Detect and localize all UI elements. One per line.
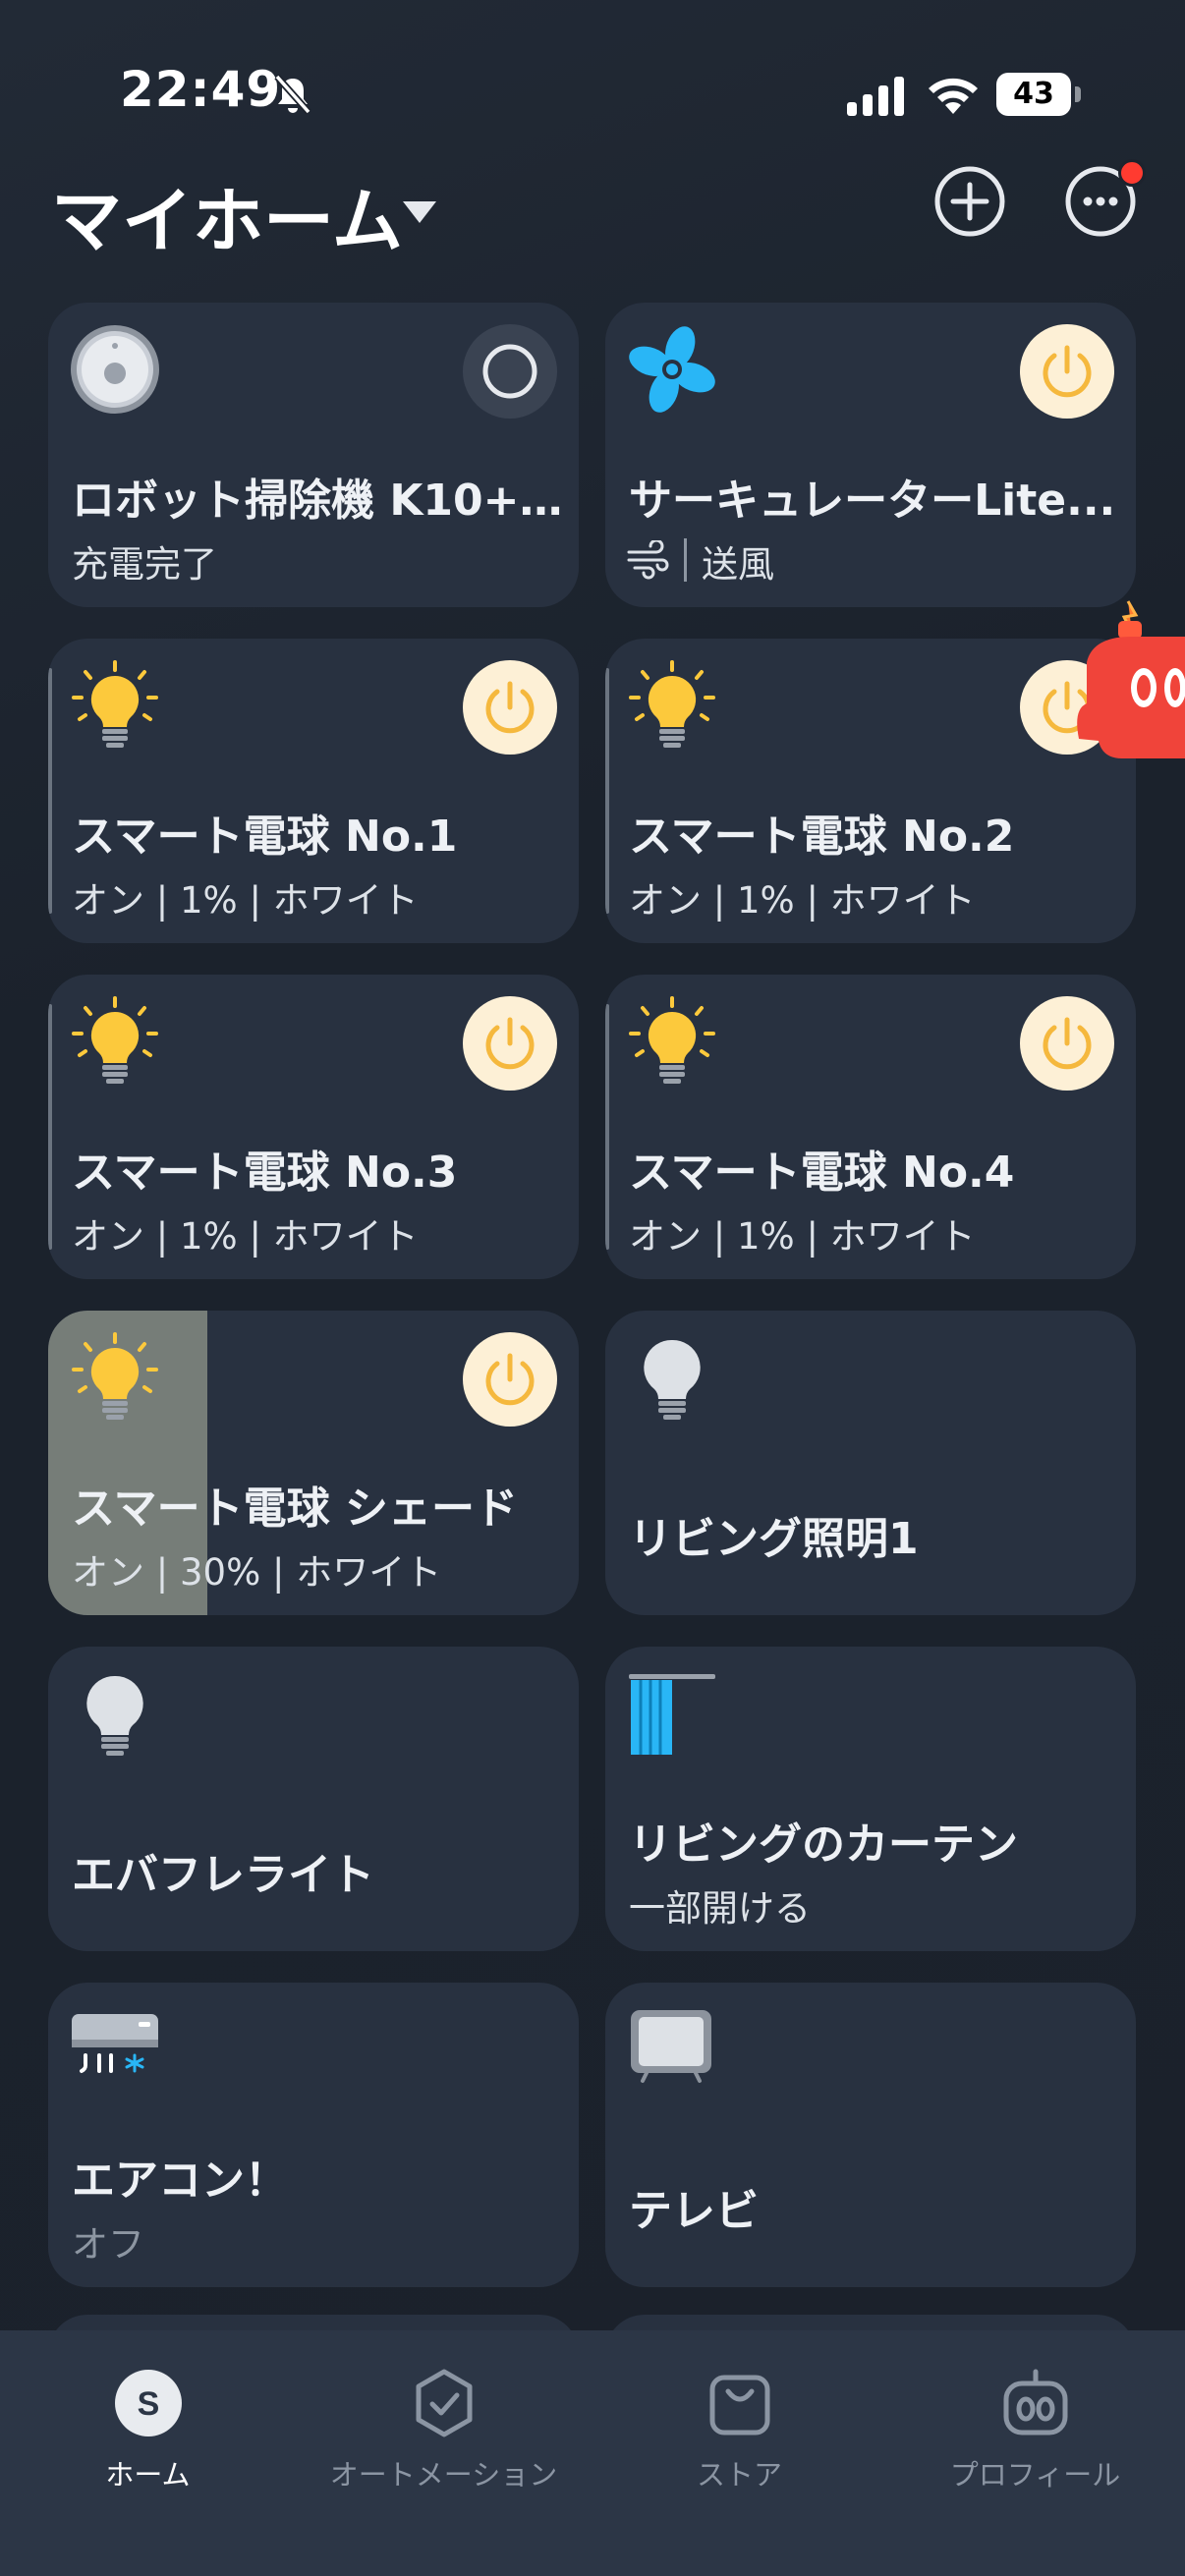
air-conditioner-icon <box>72 2014 158 2073</box>
device-card-bulb-3[interactable]: スマート電球 No.3 オン | 1% | ホワイト <box>48 975 579 1279</box>
device-card-evafure-light[interactable]: エバフレライト <box>48 1647 579 1951</box>
home-s-icon: S <box>115 2370 182 2436</box>
device-name: リビング照明1 <box>629 1514 919 1564</box>
device-name: サーキュレーターLite... <box>629 476 1116 526</box>
power-button[interactable] <box>463 660 557 755</box>
brightness-edge <box>605 1004 609 1250</box>
device-name: スマート電球 No.3 <box>72 1148 458 1198</box>
device-card-bulb-1[interactable]: スマート電球 No.1 オン | 1% | ホワイト <box>48 639 579 943</box>
power-button[interactable] <box>1020 324 1114 419</box>
tab-profile[interactable]: プロフィール <box>887 2330 1183 2576</box>
device-card-living-light[interactable]: リビング照明1 <box>605 1311 1136 1615</box>
brightness-edge <box>48 1004 52 1250</box>
status-time: 22:49 <box>120 61 282 118</box>
notification-badge <box>1118 159 1146 187</box>
bulb-icon <box>72 996 158 1084</box>
device-status: オン | 1% | ホワイト <box>72 1215 419 1258</box>
device-status: オフ <box>72 2223 144 2266</box>
profile-robot-icon <box>1003 2369 1068 2436</box>
home-selector-label[interactable]: マイホーム <box>51 163 403 266</box>
power-button[interactable] <box>1020 996 1114 1091</box>
device-status: 充電完了 <box>72 543 217 586</box>
device-status: 一部開ける <box>629 1887 811 1930</box>
robot-vacuum-icon <box>71 325 159 414</box>
tab-home[interactable]: S ホーム <box>0 2330 296 2576</box>
curtain-icon <box>629 1674 715 1755</box>
device-card-robot-vacuum[interactable]: ロボット掃除機 K10+/... 充電完了 <box>48 303 579 607</box>
add-device-button[interactable] <box>933 165 1006 238</box>
device-card-curtain[interactable]: リビングのカーテン 一部開ける <box>605 1647 1136 1951</box>
device-name: スマート電球 No.2 <box>629 812 1015 862</box>
tab-label: オートメーション <box>329 2458 558 2492</box>
status-bar: 22:49 43 <box>0 0 1185 177</box>
bulb-icon <box>629 996 715 1084</box>
device-status: オン | 1% | ホワイト <box>72 879 419 922</box>
wind-icon <box>627 540 669 580</box>
device-card-circulator[interactable]: サーキュレーターLite... 送風 <box>605 303 1136 607</box>
battery-indicator: 43 <box>996 73 1081 116</box>
device-name: スマート電球 シェード <box>72 1484 518 1534</box>
automation-check-icon <box>416 2369 473 2437</box>
svg-text:S: S <box>138 2385 160 2423</box>
mascot-assistant-icon[interactable] <box>1073 593 1185 770</box>
tv-icon <box>631 2010 711 2083</box>
power-button[interactable] <box>463 996 557 1091</box>
vacuum-start-button[interactable] <box>463 324 557 419</box>
device-name: スマート電球 No.4 <box>629 1148 1015 1198</box>
cellular-signal-icon <box>847 77 904 116</box>
bulb-icon <box>72 660 158 748</box>
battery-level: 43 <box>996 73 1071 116</box>
tab-store[interactable]: ストア <box>592 2330 887 2576</box>
device-name: リビングのカーテン <box>629 1820 1018 1870</box>
device-card-bulb-4[interactable]: スマート電球 No.4 オン | 1% | ホワイト <box>605 975 1136 1279</box>
tab-label: ストア <box>696 2458 782 2492</box>
device-card-air-conditioner[interactable]: エアコン！ オフ <box>48 1983 579 2287</box>
device-name: エアコン！ <box>72 2156 288 2206</box>
device-name: スマート電球 No.1 <box>72 812 458 862</box>
device-card-tv[interactable]: テレビ <box>605 1983 1136 2287</box>
tab-label: ホーム <box>105 2458 191 2492</box>
battery-cap <box>1075 86 1081 102</box>
store-bag-icon <box>709 2375 770 2436</box>
device-status: 送風 <box>702 543 774 586</box>
bulb-off-icon <box>86 1675 143 1756</box>
bulb-off-icon <box>644 1339 701 1420</box>
status-divider <box>684 538 687 582</box>
device-status: オン | 1% | ホワイト <box>629 879 976 922</box>
bulb-icon <box>72 1332 158 1420</box>
home-header: マイホーム <box>0 157 1185 265</box>
device-status: オン | 1% | ホワイト <box>629 1215 976 1258</box>
device-name: ロボット掃除機 K10+/... <box>72 476 563 526</box>
power-button[interactable] <box>463 1332 557 1427</box>
brightness-edge <box>48 668 52 914</box>
device-status: オン | 30% | ホワイト <box>72 1551 442 1594</box>
tab-label: プロフィール <box>949 2458 1121 2492</box>
device-name: テレビ <box>629 2186 759 2236</box>
device-name: エバフレライト <box>72 1850 374 1900</box>
bell-muted-icon <box>274 74 311 115</box>
device-card-bulb-shade[interactable]: スマート電球 シェード オン | 30% | ホワイト <box>48 1311 579 1615</box>
bulb-icon <box>629 660 715 748</box>
device-card-bulb-2[interactable]: スマート電球 No.2 オン | 1% | ホワイト <box>605 639 1136 943</box>
wifi-icon <box>929 78 978 114</box>
bottom-tab-bar: S ホーム オートメーション ストア プロフィール <box>0 2330 1185 2576</box>
tab-automation[interactable]: オートメーション <box>296 2330 592 2576</box>
fan-icon <box>629 326 715 413</box>
caret-down-icon[interactable] <box>401 198 438 226</box>
brightness-edge <box>605 668 609 914</box>
